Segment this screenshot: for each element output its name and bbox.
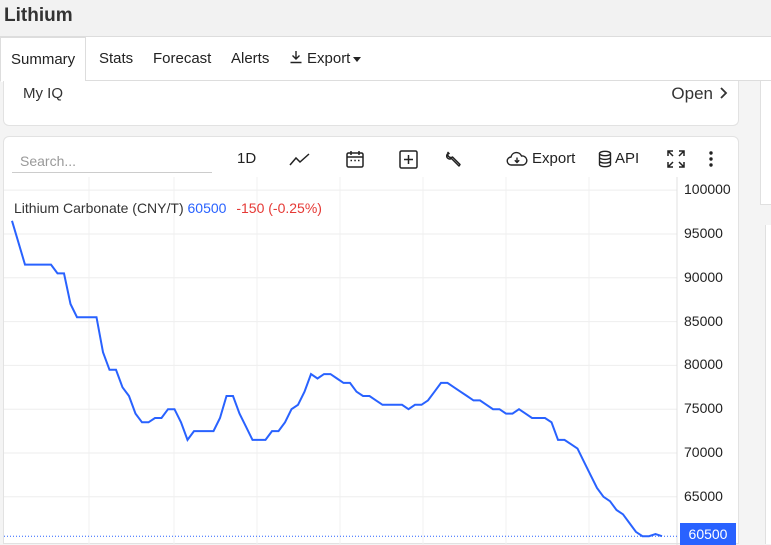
api-button[interactable]: API [598,147,639,171]
y-tick-label: 75000 [684,400,723,417]
title-bar: Lithium [0,0,771,36]
tab-export-label: Export [307,50,351,67]
tab-alerts[interactable]: Alerts [221,37,279,81]
y-tick-label: 100000 [684,181,731,198]
database-icon [598,150,612,168]
chart-legend: Lithium Carbonate (CNY/T) 60500 -150 (-0… [14,200,322,216]
tab-summary[interactable]: Summary [0,37,87,82]
download-icon [289,38,303,81]
y-tick-label: 80000 [684,356,723,373]
y-tick-label: 85000 [684,312,723,329]
export-label: Export [532,150,576,167]
y-tick-label: 65000 [684,487,723,504]
side-panel-edge-lower [765,225,771,544]
legend-change: -150 (-0.25%) [236,200,322,216]
chart-panel: 1D Export API Lithium Carbonate (CNY/T) … [3,136,739,545]
y-tick-label: 95000 [684,224,723,241]
open-label: Open [671,84,713,103]
tab-forecast[interactable]: Forecast [143,37,221,81]
cloud-download-icon [506,151,528,167]
last-price-badge: 60500 [680,523,736,545]
chevron-right-icon [719,84,728,104]
add-indicator-icon[interactable] [399,147,418,171]
y-tick-label: 90000 [684,268,723,285]
legend-series-name: Lithium Carbonate (CNY/T) [14,200,184,216]
wrench-icon[interactable] [445,147,463,171]
api-label: API [615,150,640,167]
caret-down-icon [353,56,362,62]
page-title: Lithium [4,5,73,26]
export-button[interactable]: Export [506,147,575,171]
price-chart[interactable] [4,177,738,545]
calendar-icon[interactable] [345,147,365,171]
line-chart-icon[interactable] [289,147,311,171]
search-input[interactable] [12,149,212,173]
legend-last-value: 60500 [187,200,227,216]
fullscreen-icon[interactable] [666,147,686,171]
y-tick-label: 70000 [684,444,723,460]
my-iq-label: My IQ [23,85,63,102]
side-panel-edge [760,81,771,205]
tab-stats[interactable]: Stats [89,37,143,81]
my-iq-bar: My IQ Open [3,81,739,126]
open-link[interactable]: Open [671,84,728,104]
price-series-line [11,220,663,538]
more-options-icon[interactable] [708,147,714,171]
tab-bar: Summary Stats Forecast Alerts Export [0,36,771,82]
interval-button[interactable]: 1D [237,147,256,171]
tab-export[interactable]: Export [279,37,371,81]
